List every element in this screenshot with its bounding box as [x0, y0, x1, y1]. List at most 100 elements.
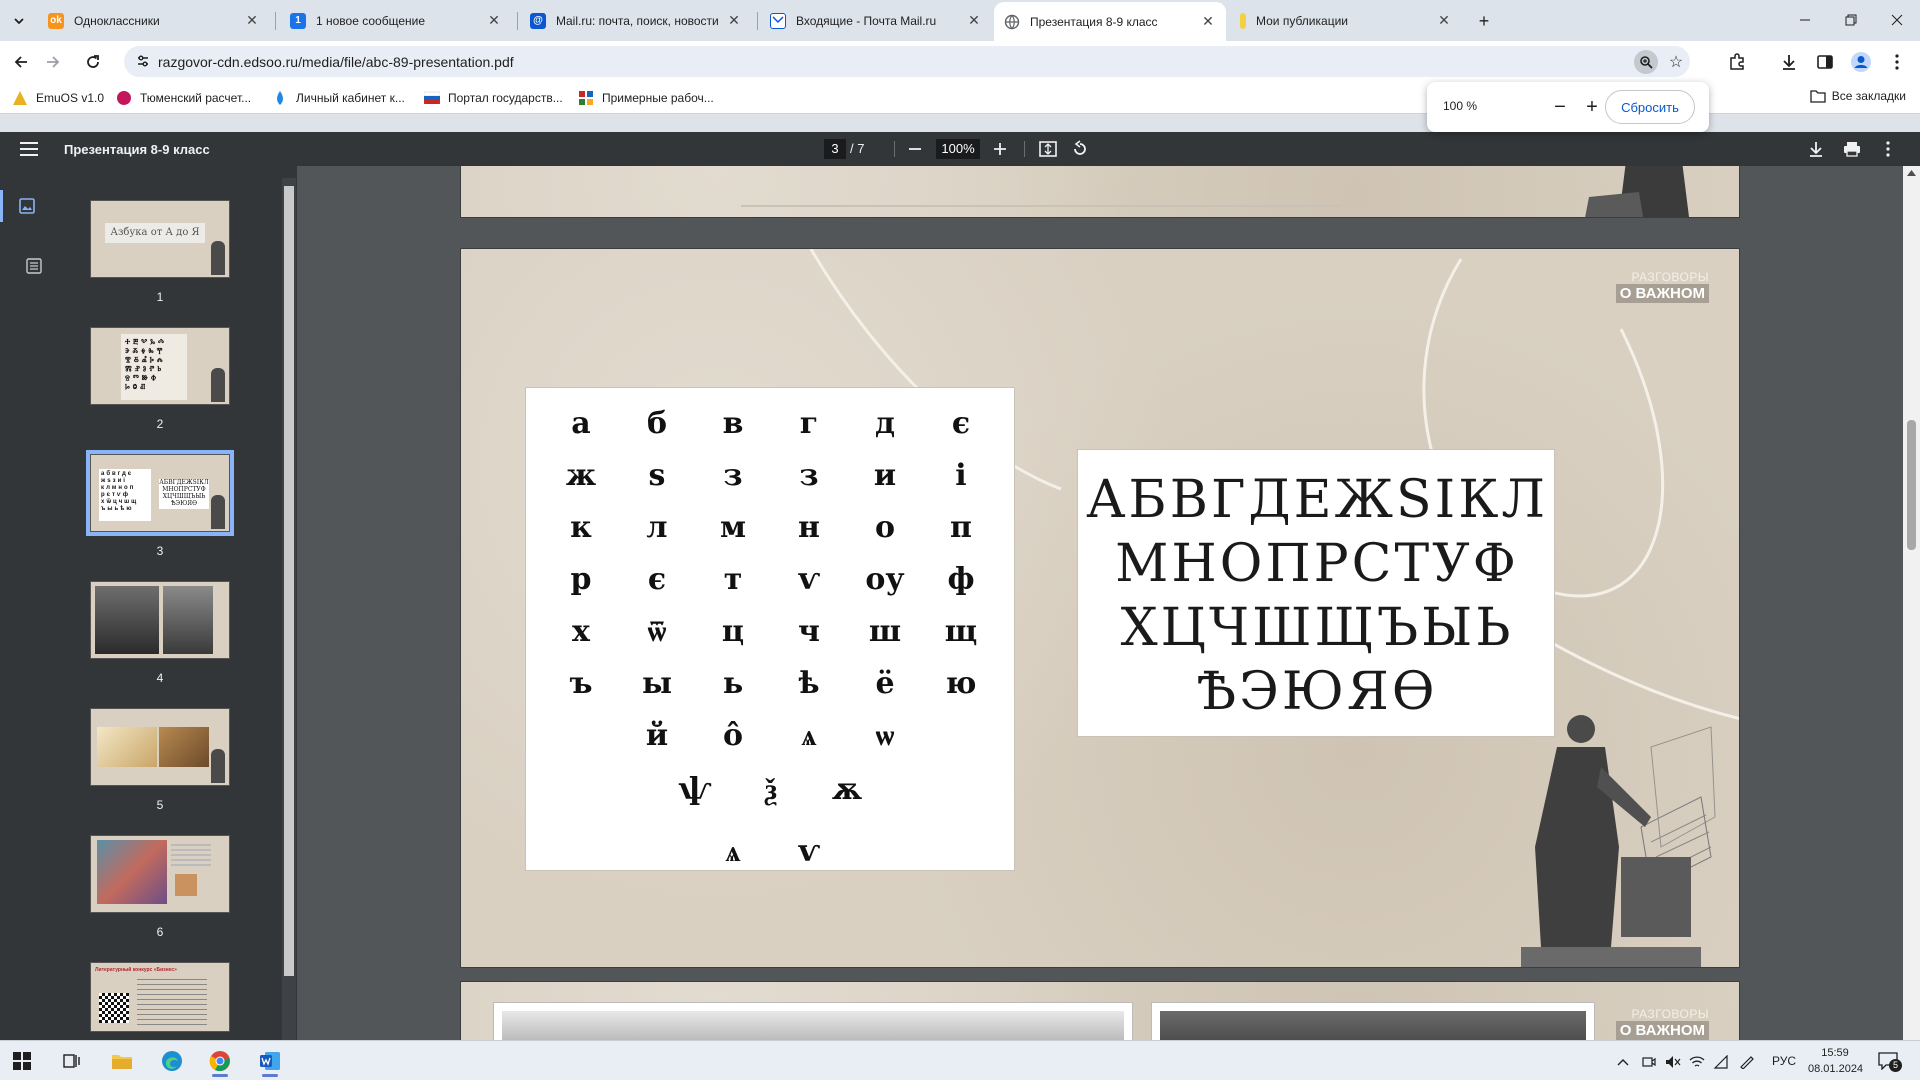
minimize-icon	[1800, 19, 1810, 21]
clock[interactable]: 15:59 08.01.2024	[1808, 1045, 1864, 1077]
zoom-reset-button[interactable]: Сбросить	[1605, 90, 1695, 124]
bookmark-gov-portal[interactable]: Портал государств...	[424, 89, 563, 107]
new-tab-button[interactable]: +	[1470, 8, 1498, 34]
tab-my-publications[interactable]: Мои публикации ✕	[1230, 4, 1462, 37]
outline-view-tab[interactable]	[18, 250, 50, 282]
edge-browser-button[interactable]	[152, 1045, 192, 1077]
historic-photo-frame	[493, 1002, 1133, 1040]
close-icon[interactable]: ✕	[726, 12, 742, 29]
image-icon	[18, 198, 35, 214]
zoom-in-button[interactable]: +	[1579, 94, 1605, 120]
back-button[interactable]	[6, 47, 36, 77]
mailru-at-icon: @	[530, 12, 546, 29]
page-thumbnail-7[interactable]: Литературный конкурс «Бизнес»	[90, 962, 230, 1032]
word-button[interactable]	[250, 1045, 290, 1077]
pdf-download-button[interactable]	[1804, 137, 1828, 161]
page-number-input[interactable]: 3	[824, 139, 846, 159]
letter: в	[722, 406, 744, 441]
emuos-icon	[13, 91, 27, 105]
page-thumbnail-2[interactable]: ⰀⰁⰂⰃⰄ ⰅⰆⰇⰈⰉ ⰊⰋⰌⰍⰎ ⰏⰐⰑⰒⰓ ⰔⰕⰖⰗ ⰘⰙⰚ	[90, 327, 230, 405]
rotate-button[interactable]	[1068, 137, 1092, 161]
fit-page-button[interactable]	[1036, 137, 1060, 161]
meet-now-icon[interactable]	[1640, 1053, 1658, 1071]
page-thumbnail-5[interactable]	[90, 708, 230, 786]
zoom-popup: 100 % − + Сбросить	[1427, 82, 1709, 132]
mail-envelope-icon	[770, 12, 786, 29]
civil-script-box: АБВГДЕЖЅІКЛ МНОПРСТУФ ХЦЧШЩЪЫЬ ѢЭЮЯѲ	[1077, 449, 1555, 737]
close-icon[interactable]: ✕	[1436, 12, 1452, 29]
page-thumbnail-6[interactable]	[90, 835, 230, 913]
letter: а	[571, 406, 591, 441]
reload-button[interactable]	[78, 47, 108, 77]
download-icon	[1810, 142, 1822, 157]
close-icon[interactable]: ✕	[1200, 13, 1216, 30]
bookmark-sample-programs[interactable]: Примерные рабоч...	[578, 89, 714, 107]
thumbnails-view-tab[interactable]	[0, 190, 50, 222]
downloads-button[interactable]	[1774, 47, 1804, 77]
slide-page-3: РАЗГОВОРЫ О ВАЖНОМ а б в г д є ж ѕ з з и…	[460, 248, 1740, 968]
bookmark-emuos[interactable]: EmuOS v1.0	[12, 89, 104, 107]
zoom-in-button[interactable]	[988, 137, 1012, 161]
sidebar-scrollbar[interactable]	[282, 178, 296, 1040]
close-window-button[interactable]	[1874, 4, 1920, 36]
file-explorer-button[interactable]	[102, 1045, 142, 1077]
scrollbar-thumb[interactable]	[284, 186, 294, 976]
zoom-input[interactable]: 100%	[936, 139, 980, 159]
profile-button[interactable]	[1846, 47, 1876, 77]
zoom-out-button[interactable]	[903, 137, 927, 161]
zoom-indicator-icon[interactable]	[1634, 50, 1658, 74]
civil-script-line: ХЦЧШЩЪЫЬ	[1120, 598, 1514, 658]
address-bar[interactable]: razgovor-cdn.edsoo.ru/media/file/abc-89-…	[124, 46, 1690, 77]
minimize-button[interactable]	[1782, 4, 1828, 36]
tab-presentation[interactable]: Презентация 8-9 класс ✕	[994, 2, 1226, 41]
input-language-indicator[interactable]: РУС	[1772, 1054, 1796, 1068]
pen-icon[interactable]	[1738, 1053, 1756, 1071]
scroll-up-icon[interactable]	[1907, 170, 1916, 176]
all-bookmarks-button[interactable]: Все закладки	[1810, 89, 1906, 103]
page-number: 4	[156, 671, 164, 685]
chrome-icon	[209, 1051, 230, 1072]
extensions-button[interactable]	[1722, 47, 1752, 77]
start-button[interactable]	[2, 1045, 42, 1077]
all-bookmarks-label: Все закладки	[1831, 89, 1906, 103]
scrollbar-thumb[interactable]	[1907, 420, 1916, 550]
pdf-more-button[interactable]	[1876, 137, 1900, 161]
side-panel-button[interactable]	[1810, 47, 1840, 77]
close-icon[interactable]: ✕	[486, 12, 502, 29]
rotate-icon	[1074, 140, 1086, 155]
notifications-button[interactable]: 5	[1874, 1049, 1902, 1073]
tab-mailru[interactable]: @ Mail.ru: почта, поиск, новости ✕	[520, 4, 752, 37]
page-thumbnail-1[interactable]: Азбука от А до Я	[90, 200, 230, 278]
zoom-out-button[interactable]: −	[1547, 94, 1573, 120]
page-thumbnail-4[interactable]	[90, 581, 230, 659]
network-icon[interactable]	[1688, 1053, 1706, 1071]
clock-date: 08.01.2024	[1808, 1063, 1864, 1075]
forward-button[interactable]	[38, 47, 68, 77]
letter: ѧ	[725, 834, 741, 868]
thumbnail-photo	[95, 586, 159, 654]
bookmark-star-icon[interactable]: ☆	[1664, 50, 1688, 74]
pdf-print-button[interactable]	[1840, 137, 1864, 161]
restore-button[interactable]	[1828, 4, 1874, 36]
task-view-button[interactable]	[52, 1045, 92, 1077]
tab-search-button[interactable]	[6, 8, 32, 34]
letter: щ	[944, 614, 978, 649]
bookmark-personal-cabinet[interactable]: Личный кабинет к...	[272, 89, 405, 107]
browser-menu-button[interactable]	[1882, 47, 1912, 77]
tab-odnoklassniki[interactable]: ok Одноклассники ✕	[38, 4, 270, 37]
tab-new-message[interactable]: 1 1 новое сообщение ✕	[280, 4, 512, 37]
site-info-icon[interactable]	[134, 52, 152, 70]
bookmark-tyumen[interactable]: Тюменский расчет...	[116, 89, 251, 107]
tab-inbox-mailru[interactable]: Входящие - Почта Mail.ru ✕	[760, 4, 992, 37]
chrome-button[interactable]	[200, 1045, 240, 1077]
close-icon[interactable]: ✕	[966, 12, 982, 29]
document-scrollbar[interactable]	[1903, 166, 1920, 1040]
page-thumbnail-3[interactable]: абвгдє жѕзиі клмноп рєтѵф хѿцчшщ ъыьѣю А…	[86, 450, 234, 536]
thumbnail-photo	[163, 586, 213, 654]
close-icon[interactable]: ✕	[244, 12, 260, 29]
pdf-menu-button[interactable]	[20, 138, 44, 160]
wifi-icon[interactable]	[1712, 1053, 1730, 1071]
show-hidden-icons-button[interactable]	[1614, 1053, 1632, 1071]
url-text[interactable]: razgovor-cdn.edsoo.ru/media/file/abc-89-…	[158, 54, 514, 70]
volume-muted-icon[interactable]	[1664, 1053, 1682, 1071]
